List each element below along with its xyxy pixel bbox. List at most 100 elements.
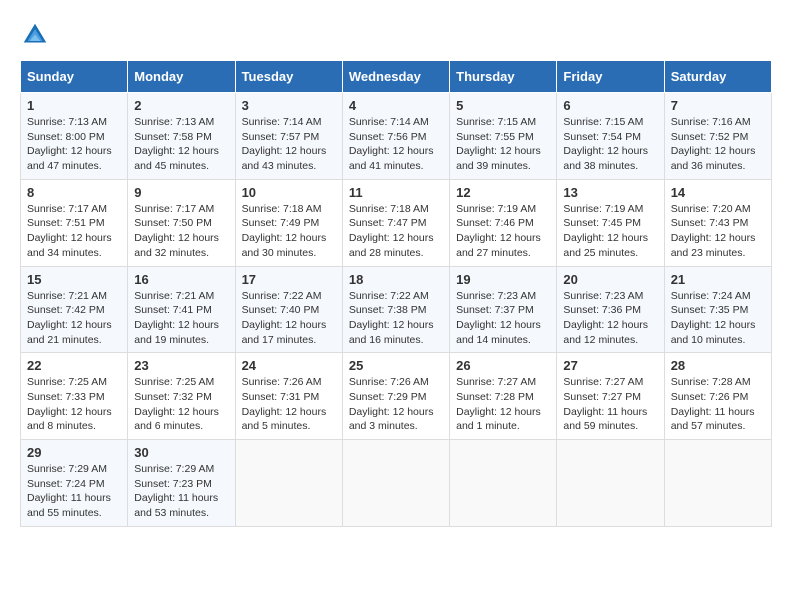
calendar-cell: 6 Sunrise: 7:15 AM Sunset: 7:54 PM Daylig… <box>557 93 664 180</box>
cell-info: Sunrise: 7:18 AM Sunset: 7:49 PM Dayligh… <box>242 202 336 261</box>
cell-info: Sunrise: 7:24 AM Sunset: 7:35 PM Dayligh… <box>671 289 765 348</box>
calendar-cell: 9 Sunrise: 7:17 AM Sunset: 7:50 PM Daylig… <box>128 179 235 266</box>
calendar-cell: 13 Sunrise: 7:19 AM Sunset: 7:45 PM Dayli… <box>557 179 664 266</box>
cell-info: Sunrise: 7:14 AM Sunset: 7:57 PM Dayligh… <box>242 115 336 174</box>
cell-info: Sunrise: 7:21 AM Sunset: 7:41 PM Dayligh… <box>134 289 228 348</box>
calendar-table: SundayMondayTuesdayWednesdayThursdayFrid… <box>20 60 772 527</box>
calendar-cell: 20 Sunrise: 7:23 AM Sunset: 7:36 PM Dayli… <box>557 266 664 353</box>
calendar-cell: 30Sunrise: 7:29 AM Sunset: 7:23 PM Dayli… <box>128 440 235 527</box>
cell-info: Sunrise: 7:27 AM Sunset: 7:27 PM Dayligh… <box>563 375 657 434</box>
calendar-cell: 12 Sunrise: 7:19 AM Sunset: 7:46 PM Dayli… <box>450 179 557 266</box>
cell-info: Sunrise: 7:29 AM Sunset: 7:24 PM Dayligh… <box>27 462 121 521</box>
day-number: 8 <box>27 185 121 200</box>
cell-info: Sunrise: 7:22 AM Sunset: 7:40 PM Dayligh… <box>242 289 336 348</box>
calendar-cell: 14Sunrise: 7:20 AM Sunset: 7:43 PM Dayli… <box>664 179 771 266</box>
col-header-saturday: Saturday <box>664 61 771 93</box>
calendar-cell <box>664 440 771 527</box>
day-number: 10 <box>242 185 336 200</box>
day-number: 28 <box>671 358 765 373</box>
calendar-cell: 2 Sunrise: 7:13 AM Sunset: 7:58 PM Daylig… <box>128 93 235 180</box>
cell-info: Sunrise: 7:26 AM Sunset: 7:31 PM Dayligh… <box>242 375 336 434</box>
day-number: 12 <box>456 185 550 200</box>
day-number: 21 <box>671 272 765 287</box>
calendar-cell <box>235 440 342 527</box>
day-number: 4 <box>349 98 443 113</box>
calendar-cell: 16Sunrise: 7:21 AM Sunset: 7:41 PM Dayli… <box>128 266 235 353</box>
col-header-sunday: Sunday <box>21 61 128 93</box>
day-number: 27 <box>563 358 657 373</box>
day-number: 5 <box>456 98 550 113</box>
calendar-cell: 27 Sunrise: 7:27 AM Sunset: 7:27 PM Dayli… <box>557 353 664 440</box>
calendar-cell: 3 Sunrise: 7:14 AM Sunset: 7:57 PM Daylig… <box>235 93 342 180</box>
day-number: 2 <box>134 98 228 113</box>
calendar-cell: 24Sunrise: 7:26 AM Sunset: 7:31 PM Dayli… <box>235 353 342 440</box>
calendar-cell: 23 Sunrise: 7:25 AM Sunset: 7:32 PM Dayli… <box>128 353 235 440</box>
day-number: 29 <box>27 445 121 460</box>
cell-info: Sunrise: 7:23 AM Sunset: 7:36 PM Dayligh… <box>563 289 657 348</box>
logo-icon <box>20 20 50 50</box>
day-number: 3 <box>242 98 336 113</box>
day-number: 13 <box>563 185 657 200</box>
header-row: SundayMondayTuesdayWednesdayThursdayFrid… <box>21 61 772 93</box>
calendar-cell <box>342 440 449 527</box>
calendar-cell: 29 Sunrise: 7:29 AM Sunset: 7:24 PM Dayli… <box>21 440 128 527</box>
day-number: 9 <box>134 185 228 200</box>
day-number: 20 <box>563 272 657 287</box>
calendar-cell <box>450 440 557 527</box>
calendar-cell <box>557 440 664 527</box>
day-number: 23 <box>134 358 228 373</box>
calendar-cell: 10 Sunrise: 7:18 AM Sunset: 7:49 PM Dayli… <box>235 179 342 266</box>
cell-info: Sunrise: 7:26 AM Sunset: 7:29 PM Dayligh… <box>349 375 443 434</box>
logo <box>20 20 54 50</box>
cell-info: Sunrise: 7:25 AM Sunset: 7:32 PM Dayligh… <box>134 375 228 434</box>
day-number: 25 <box>349 358 443 373</box>
cell-info: Sunrise: 7:16 AM Sunset: 7:52 PM Dayligh… <box>671 115 765 174</box>
calendar-cell: 26Sunrise: 7:27 AM Sunset: 7:28 PM Dayli… <box>450 353 557 440</box>
day-number: 1 <box>27 98 121 113</box>
cell-info: Sunrise: 7:29 AM Sunset: 7:23 PM Dayligh… <box>134 462 228 521</box>
week-row: 22 Sunrise: 7:25 AM Sunset: 7:33 PM Dayli… <box>21 353 772 440</box>
day-number: 19 <box>456 272 550 287</box>
cell-info: Sunrise: 7:19 AM Sunset: 7:46 PM Dayligh… <box>456 202 550 261</box>
week-row: 29 Sunrise: 7:29 AM Sunset: 7:24 PM Dayli… <box>21 440 772 527</box>
day-number: 17 <box>242 272 336 287</box>
day-number: 6 <box>563 98 657 113</box>
page-header <box>20 20 772 50</box>
cell-info: Sunrise: 7:21 AM Sunset: 7:42 PM Dayligh… <box>27 289 121 348</box>
calendar-cell: 28 Sunrise: 7:28 AM Sunset: 7:26 PM Dayli… <box>664 353 771 440</box>
calendar-cell: 1Sunrise: 7:13 AM Sunset: 8:00 PM Daylig… <box>21 93 128 180</box>
cell-info: Sunrise: 7:14 AM Sunset: 7:56 PM Dayligh… <box>349 115 443 174</box>
week-row: 15 Sunrise: 7:21 AM Sunset: 7:42 PM Dayli… <box>21 266 772 353</box>
calendar-cell: 4 Sunrise: 7:14 AM Sunset: 7:56 PM Daylig… <box>342 93 449 180</box>
col-header-wednesday: Wednesday <box>342 61 449 93</box>
week-row: 8 Sunrise: 7:17 AM Sunset: 7:51 PM Daylig… <box>21 179 772 266</box>
calendar-cell: 18 Sunrise: 7:22 AM Sunset: 7:38 PM Dayli… <box>342 266 449 353</box>
cell-info: Sunrise: 7:15 AM Sunset: 7:54 PM Dayligh… <box>563 115 657 174</box>
cell-info: Sunrise: 7:13 AM Sunset: 7:58 PM Dayligh… <box>134 115 228 174</box>
calendar-cell: 22 Sunrise: 7:25 AM Sunset: 7:33 PM Dayli… <box>21 353 128 440</box>
calendar-cell: 7 Sunrise: 7:16 AM Sunset: 7:52 PM Daylig… <box>664 93 771 180</box>
cell-info: Sunrise: 7:17 AM Sunset: 7:50 PM Dayligh… <box>134 202 228 261</box>
calendar-cell: 17 Sunrise: 7:22 AM Sunset: 7:40 PM Dayli… <box>235 266 342 353</box>
cell-info: Sunrise: 7:15 AM Sunset: 7:55 PM Dayligh… <box>456 115 550 174</box>
calendar-cell: 15 Sunrise: 7:21 AM Sunset: 7:42 PM Dayli… <box>21 266 128 353</box>
day-number: 7 <box>671 98 765 113</box>
cell-info: Sunrise: 7:19 AM Sunset: 7:45 PM Dayligh… <box>563 202 657 261</box>
day-number: 22 <box>27 358 121 373</box>
col-header-thursday: Thursday <box>450 61 557 93</box>
cell-info: Sunrise: 7:28 AM Sunset: 7:26 PM Dayligh… <box>671 375 765 434</box>
cell-info: Sunrise: 7:23 AM Sunset: 7:37 PM Dayligh… <box>456 289 550 348</box>
day-number: 11 <box>349 185 443 200</box>
col-header-monday: Monday <box>128 61 235 93</box>
cell-info: Sunrise: 7:20 AM Sunset: 7:43 PM Dayligh… <box>671 202 765 261</box>
calendar-cell: 25 Sunrise: 7:26 AM Sunset: 7:29 PM Dayli… <box>342 353 449 440</box>
cell-info: Sunrise: 7:25 AM Sunset: 7:33 PM Dayligh… <box>27 375 121 434</box>
cell-info: Sunrise: 7:17 AM Sunset: 7:51 PM Dayligh… <box>27 202 121 261</box>
day-number: 18 <box>349 272 443 287</box>
col-header-friday: Friday <box>557 61 664 93</box>
day-number: 15 <box>27 272 121 287</box>
calendar-cell: 21 Sunrise: 7:24 AM Sunset: 7:35 PM Dayli… <box>664 266 771 353</box>
calendar-cell: 11Sunrise: 7:18 AM Sunset: 7:47 PM Dayli… <box>342 179 449 266</box>
cell-info: Sunrise: 7:27 AM Sunset: 7:28 PM Dayligh… <box>456 375 550 434</box>
cell-info: Sunrise: 7:22 AM Sunset: 7:38 PM Dayligh… <box>349 289 443 348</box>
